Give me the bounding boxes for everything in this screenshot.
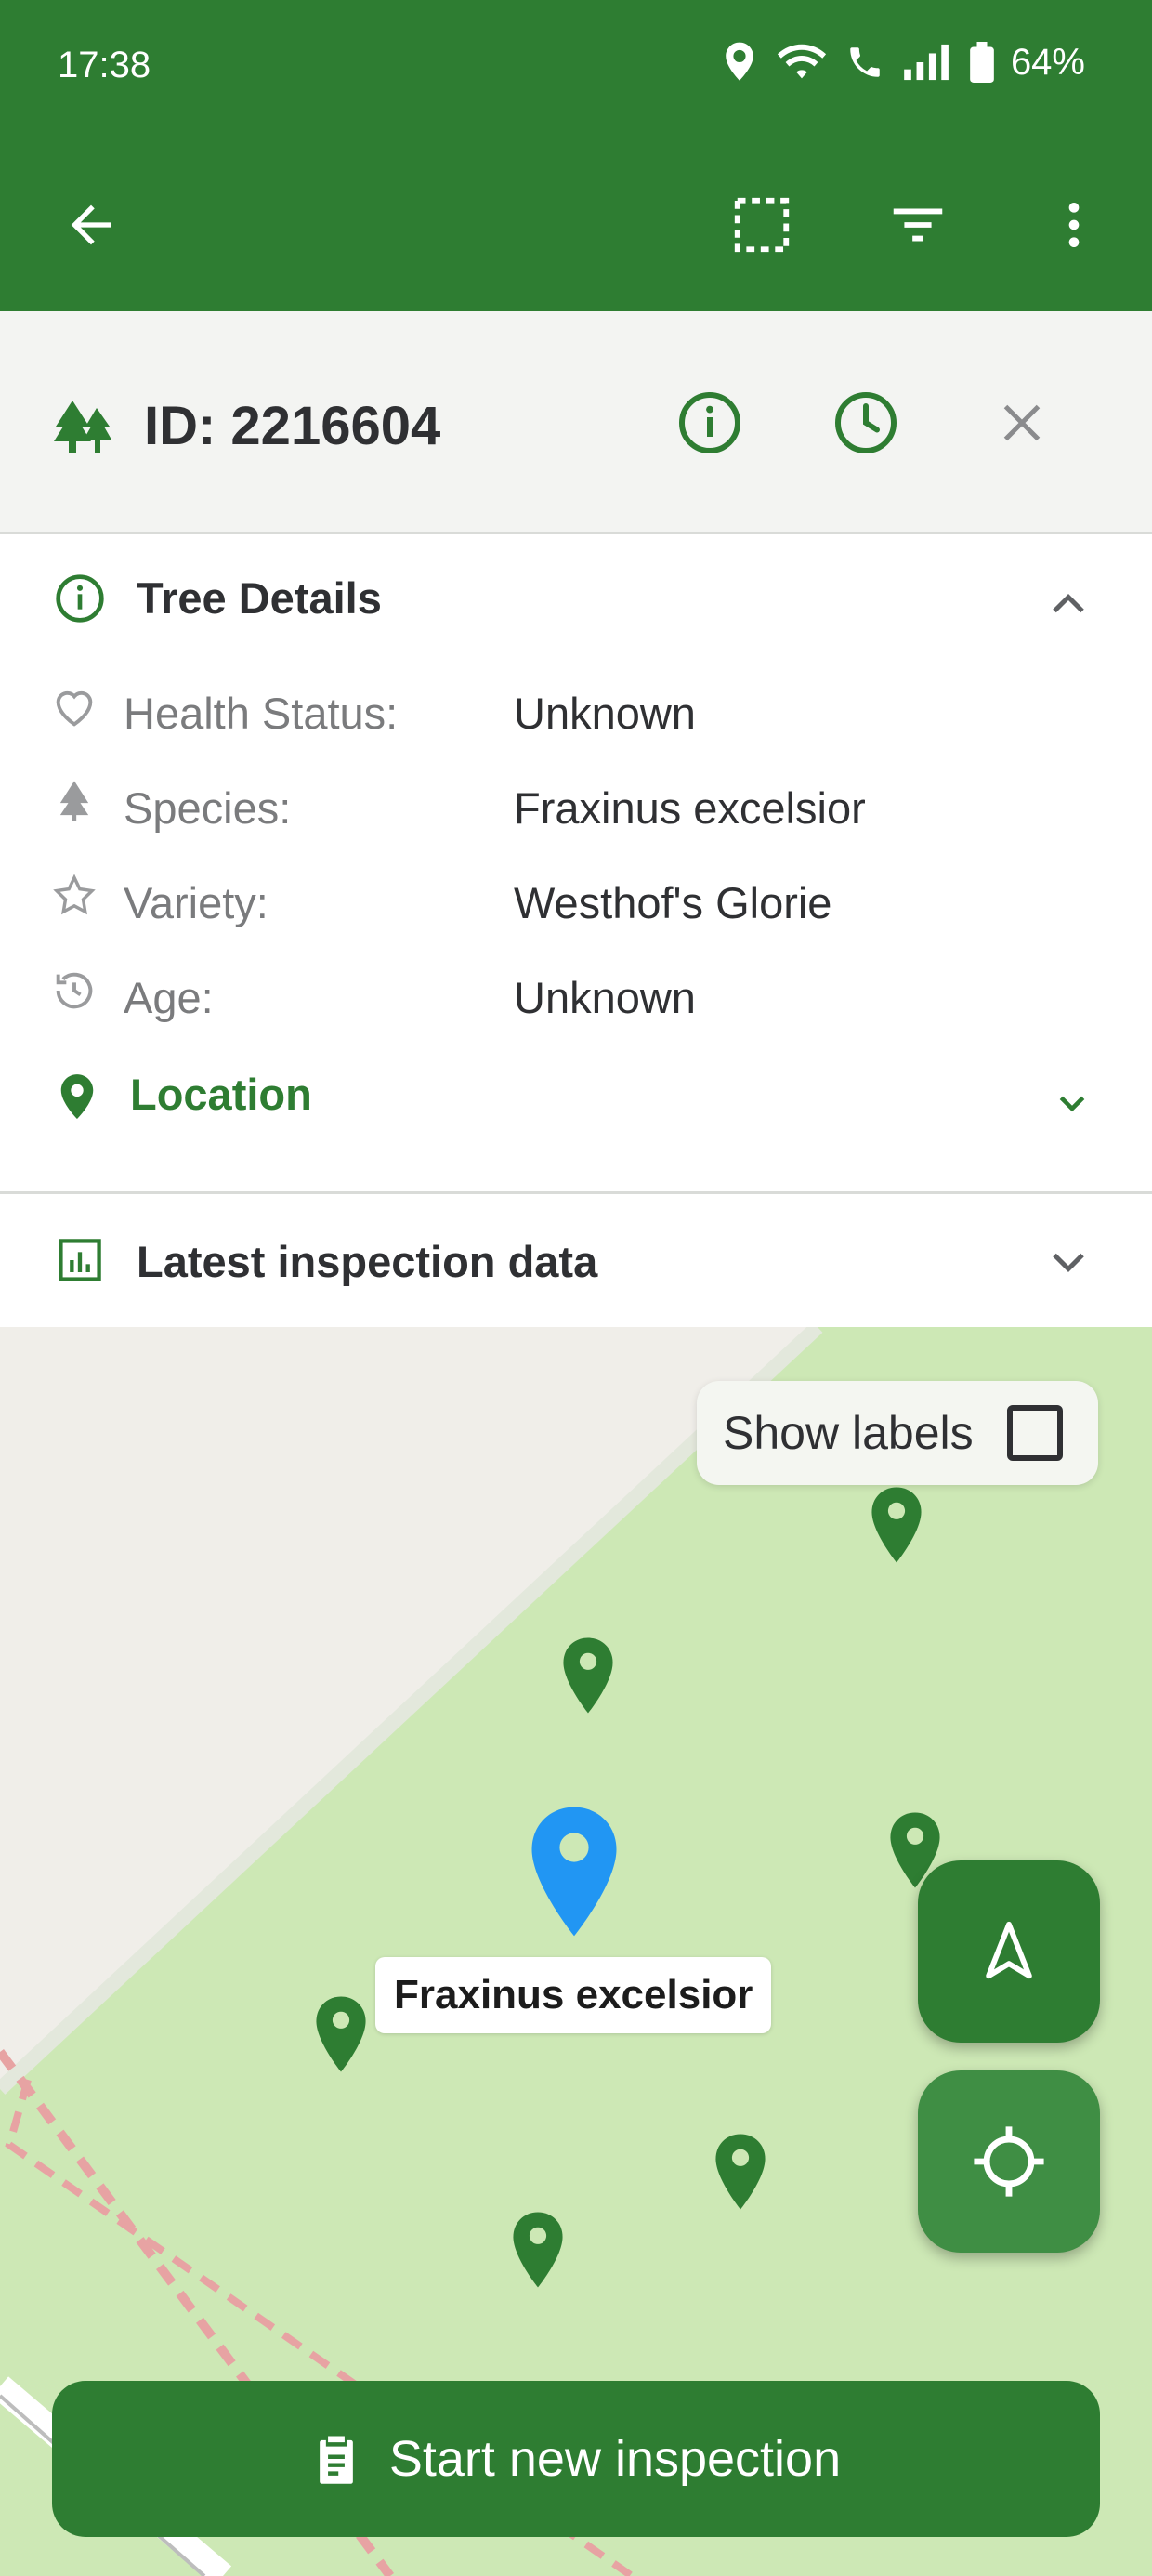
close-icon [1003,404,1041,441]
signal-status-icon [904,44,949,81]
filter-button[interactable] [871,178,964,271]
clipboard-icon [320,2436,353,2484]
info-icon [679,392,740,453]
tree-marker[interactable] [509,2210,567,2290]
health-status-label: Health Status: [124,689,399,738]
tree-marker[interactable] [312,1994,370,2074]
age-label: Age: [124,973,214,1022]
filter-icon [893,208,943,242]
age-value: Unknown [514,973,696,1022]
more-options-button[interactable] [1028,178,1120,271]
navigate-button[interactable] [918,1860,1100,2043]
selected-tree-label: Fraxinus excelsior [375,1957,772,2033]
variety-label: Variety: [124,878,268,927]
my-location-button[interactable] [918,2070,1100,2253]
tree-details-title: Tree Details [137,573,382,623]
species-value: Fraxinus excelsior [514,783,866,833]
show-labels-text: Show labels [723,1407,974,1459]
tree-id: ID: 2216604 [144,396,441,456]
forest-icon [54,401,111,453]
show-labels-toggle[interactable]: Show labels [697,1381,1098,1485]
select-area-button[interactable] [715,178,808,271]
battery-percentage: 64% [1010,41,1085,83]
app-bar [0,139,1152,311]
tree-icon [59,781,89,821]
variety-value: Westhof's Glorie [514,878,832,927]
back-button[interactable] [45,178,137,271]
more-vert-icon [1068,203,1080,247]
tree-marker[interactable] [712,2132,769,2212]
heart-icon [56,690,93,727]
info-outline-icon [56,574,104,623]
arrow-back-icon [71,204,111,245]
start-new-inspection-button[interactable]: Start new inspection [52,2381,1100,2537]
crosshair-icon [974,2126,1044,2197]
clock-icon [835,392,897,453]
location-pin-icon [60,1074,94,1119]
selected-tree-marker[interactable] [526,1803,622,1940]
latest-inspection-title: Latest inspection data [137,1237,598,1286]
status-bar: 17:38 64% [0,0,1152,139]
history-button[interactable] [829,386,903,460]
info-button[interactable] [673,386,747,460]
location-toggle[interactable]: Location [130,1069,312,1120]
location-status-icon [726,42,753,81]
show-labels-checkbox[interactable] [1007,1405,1063,1461]
wifi-status-icon [777,44,827,79]
close-button[interactable] [985,386,1059,460]
chevron-down-icon [1059,1096,1085,1112]
call-status-icon [850,47,880,77]
dashed-select-icon [734,197,790,253]
section-divider [0,1191,1152,1194]
start-new-inspection-label: Start new inspection [388,2431,842,2487]
tree-detail-header: ID: 2216604 [0,311,1152,534]
expand-location-button[interactable] [1046,1076,1098,1128]
history-icon [56,972,93,1009]
collapse-details-button[interactable] [1041,576,1096,632]
chevron-down-icon [1053,1253,1084,1273]
navigation-arrow-icon [986,1921,1032,1979]
tree-marker[interactable] [868,1485,925,1565]
expand-inspection-button[interactable] [1041,1234,1096,1290]
battery-status-icon [970,42,994,83]
health-status-value: Unknown [514,689,696,738]
tree-marker[interactable] [559,1636,617,1715]
chevron-up-icon [1053,593,1084,613]
star-icon [53,874,96,915]
status-icons: 64% [721,41,1085,84]
species-label: Species: [124,783,292,833]
bar-chart-icon [59,1239,101,1281]
status-time: 17:38 [58,45,151,85]
